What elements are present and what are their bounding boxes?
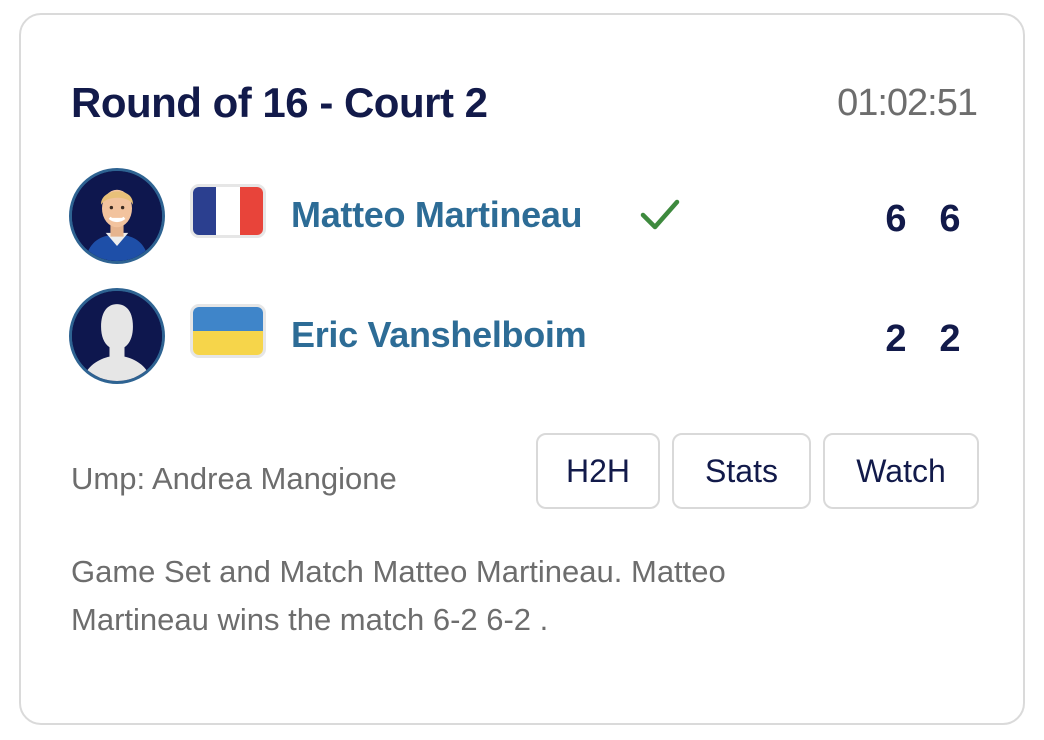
set-score: 2 [939,318,961,360]
player-name[interactable]: Eric Vanshelboim [291,314,587,356]
player-name[interactable]: Matteo Martineau [291,194,583,236]
person-silhouette-icon [72,291,162,381]
match-title: Round of 16 - Court 2 [71,79,488,126]
stats-button[interactable]: Stats [672,433,811,509]
player-avatar [69,288,165,384]
france-flag-icon [190,184,266,238]
watch-button[interactable]: Watch [823,433,979,509]
player-row: Matteo Martineau 6 6 [69,168,979,264]
player-row: Eric Vanshelboim 2 2 [69,288,979,384]
match-card: Round of 16 - Court 2 01:02:51 Matteo Ma… [19,13,1025,725]
set-score: 2 [885,318,907,360]
set-score: 6 [939,198,961,240]
match-summary: Game Set and Match Matteo Martineau. Mat… [71,554,726,637]
winner-check-icon [640,199,680,230]
set-score: 6 [885,198,907,240]
ukraine-flag-icon [190,304,266,358]
umpire-label: Ump: Andrea Mangione [71,461,397,496]
h2h-button[interactable]: H2H [536,433,660,509]
elapsed-time: 01:02:51 [837,82,978,124]
player-avatar [69,168,165,264]
player-photo-icon [72,171,162,261]
